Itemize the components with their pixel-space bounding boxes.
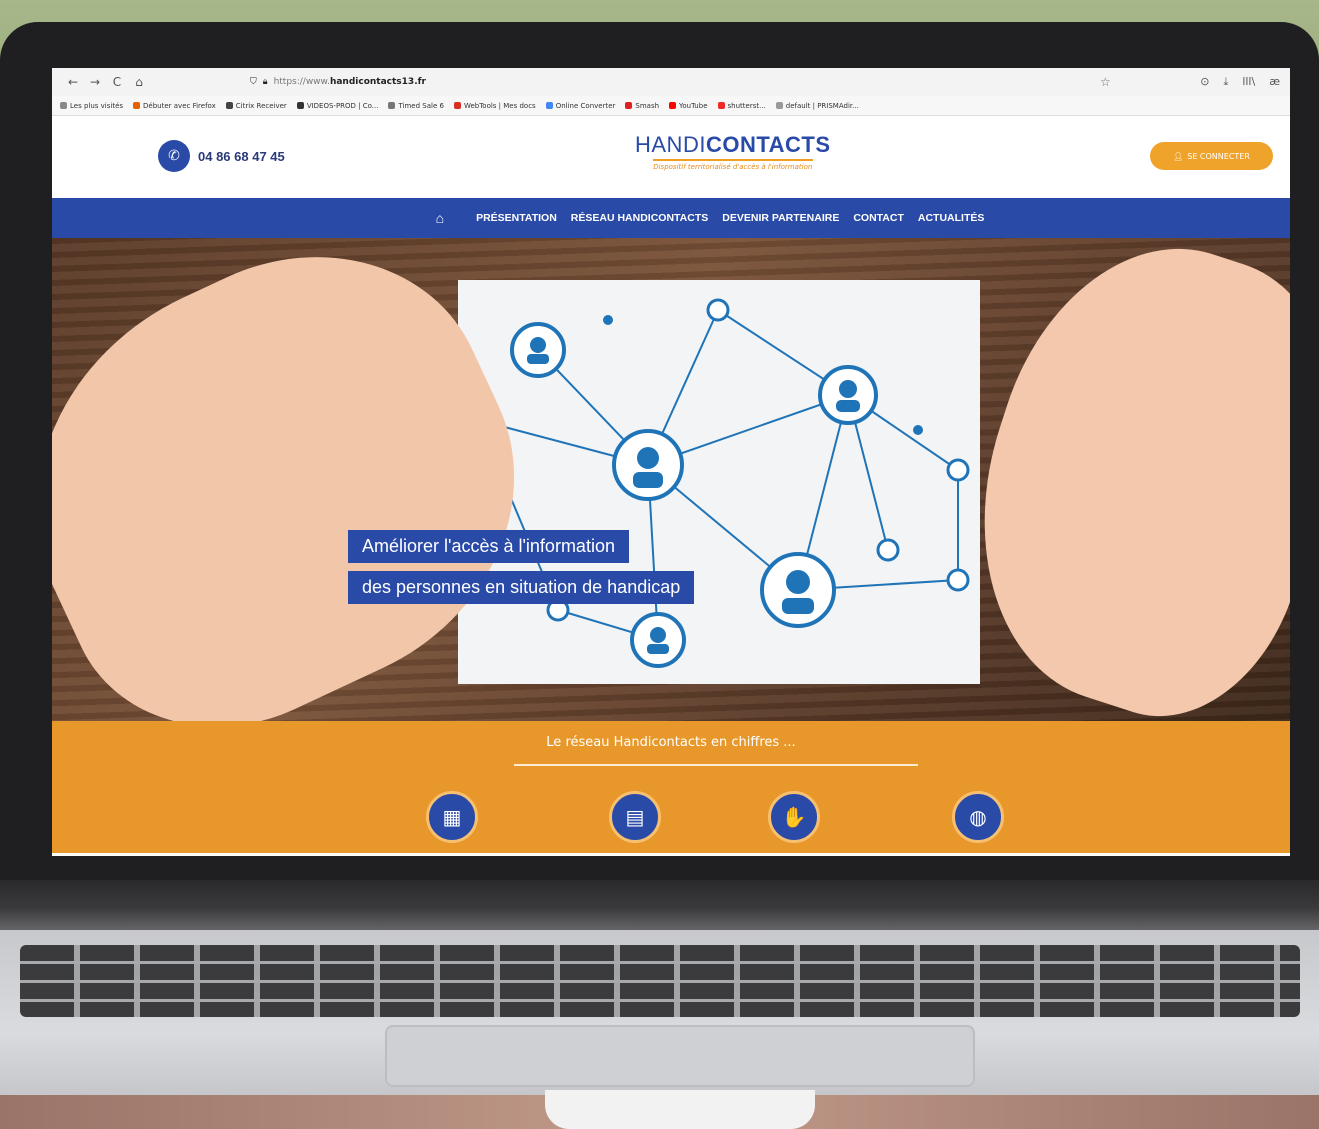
handshake-icon[interactable]: ✋	[768, 791, 820, 843]
bookmark-item[interactable]: Citrix Receiver	[225, 101, 287, 110]
bookmark-favicon-icon	[60, 102, 67, 109]
browser-screen: ← → C ⌂ ⛉ 🔒︎ https://www.handicontacts13…	[52, 68, 1290, 856]
bookmark-item[interactable]: YouTube	[669, 101, 708, 110]
nav-item-reseau[interactable]: RÉSEAU HANDICONTACTS	[569, 212, 710, 224]
bookmark-favicon-icon	[133, 102, 141, 109]
nav-item-presentation[interactable]: PRÉSENTATION	[474, 212, 559, 224]
bookmark-item[interactable]: shutterst...	[717, 101, 766, 110]
bookmark-favicon-icon	[545, 102, 553, 109]
bookmark-label: Débuter avec Firefox	[143, 101, 216, 110]
bookmark-favicon-icon	[775, 102, 783, 109]
shield-icon: ⛉	[250, 77, 257, 87]
nav-item-partenaire[interactable]: DEVENIR PARTENAIRE	[720, 212, 841, 224]
bookmark-label: VIDEOS-PROD | Co...	[306, 101, 379, 110]
logo-part1: HANDI	[635, 132, 706, 157]
nav-item-actualites[interactable]: ACTUALITÉS	[916, 212, 987, 224]
bookmark-item[interactable]: Les plus visités	[60, 102, 123, 110]
stats-title: Le réseau Handicontacts en chiffres ...	[546, 735, 796, 750]
site-header: ✆ 04 86 68 47 45 HANDICONTACTS Dispositi…	[52, 116, 1290, 198]
bookmark-label: Online Converter	[555, 101, 616, 110]
bookmark-favicon-icon	[296, 102, 304, 109]
site-logo[interactable]: HANDICONTACTS Dispositif territorialisé …	[635, 132, 831, 172]
back-icon[interactable]: ←	[62, 75, 84, 89]
office-icon[interactable]: ▤	[609, 791, 661, 843]
stats-section: Le réseau Handicontacts en chiffres ... …	[52, 721, 1290, 853]
lock-icon: 🔒︎	[262, 77, 268, 87]
bookmark-label: shutterst...	[727, 101, 766, 110]
hero-caption-line-2: des personnes en situation de handicap	[348, 571, 695, 604]
bookmark-favicon-icon	[625, 102, 633, 109]
logo-part2: CONTACTS	[705, 132, 831, 157]
hero-caption-line-1: Améliorer l'accès à l'information	[348, 530, 629, 563]
network-illustration	[466, 298, 970, 668]
reload-icon[interactable]: C	[106, 75, 128, 89]
pocket-icon[interactable]: ⊙	[1200, 75, 1209, 89]
forward-icon[interactable]: →	[84, 75, 106, 89]
phone-icon: ✆	[158, 140, 190, 172]
nav-home-icon[interactable]: ⌂	[436, 210, 444, 226]
hero-banner: Améliorer l'accès à l'information des pe…	[52, 238, 1290, 721]
bookmark-item[interactable]: VIDEOS-PROD | Co...	[296, 101, 379, 110]
bookmark-item[interactable]: Débuter avec Firefox	[133, 102, 216, 110]
bookmark-favicon-icon	[388, 102, 396, 109]
url-domain: handicontacts13.fr	[329, 77, 426, 87]
bookmarks-bar: Les plus visités Débuter avec Firefox Citr…	[52, 96, 1290, 116]
hero-caption: Améliorer l'accès à l'information des pe…	[348, 530, 695, 612]
connect-label: SE CONNECTER	[1187, 151, 1250, 161]
bookmark-label: Les plus visités	[70, 101, 124, 110]
bookmark-favicon-icon	[453, 102, 461, 109]
bookmark-label: Citrix Receiver	[235, 101, 287, 110]
bookmark-label: default | PRISMAdir...	[785, 101, 859, 110]
phone-number: 04 86 68 47 45	[198, 148, 285, 164]
main-nav: ⌂ PRÉSENTATION RÉSEAU HANDICONTACTS DEVE…	[52, 198, 1290, 238]
user-icon: 👤︎	[1173, 151, 1184, 161]
bookmark-label: Timed Sale 6	[398, 101, 444, 110]
bookmark-item[interactable]: default | PRISMAdir...	[775, 101, 859, 110]
keyboard-rows	[20, 945, 1300, 1017]
puzzle-network-image	[458, 280, 980, 684]
extension-icon[interactable]: æ	[1269, 75, 1280, 89]
bookmark-item[interactable]: Smash	[625, 102, 659, 110]
url-bar[interactable]: ⛉ 🔒︎ https://www.handicontacts13.fr	[250, 77, 426, 87]
bookmark-item[interactable]: Timed Sale 6	[388, 101, 444, 110]
logo-underline	[652, 159, 813, 161]
download-icon[interactable]: ⤓	[1223, 75, 1228, 89]
bookmark-favicon-icon	[717, 102, 725, 109]
bookmark-label: Smash	[635, 101, 660, 110]
stats-divider	[514, 764, 918, 766]
bookmark-label: YouTube	[679, 101, 708, 110]
trackpad	[385, 1025, 975, 1087]
browser-toolbar: ← → C ⌂ ⛉ 🔒︎ https://www.handicontacts13…	[52, 68, 1290, 96]
connect-button[interactable]: 👤︎ SE CONNECTER	[1150, 142, 1273, 170]
globe-icon[interactable]: ◍	[952, 791, 1004, 843]
phone-contact[interactable]: ✆ 04 86 68 47 45	[158, 140, 285, 172]
bookmark-favicon-icon	[225, 102, 233, 109]
bookmark-label: WebTools | Mes docs	[463, 101, 536, 110]
bookmark-star-icon[interactable]: ☆	[1100, 75, 1111, 89]
laptop-front-notch	[545, 1090, 815, 1129]
bookmark-item[interactable]: Online Converter	[545, 101, 616, 110]
url-scheme: https://www.	[273, 77, 330, 87]
bookmark-item[interactable]: WebTools | Mes docs	[453, 101, 536, 110]
library-icon[interactable]: lll\	[1242, 75, 1255, 89]
logo-tagline: Dispositif territorialisé d'accès à l'in…	[653, 163, 813, 171]
bookmark-favicon-icon	[669, 102, 677, 109]
building-icon[interactable]: ▦	[426, 791, 478, 843]
home-icon[interactable]: ⌂	[128, 75, 150, 89]
nav-item-contact[interactable]: CONTACT	[851, 212, 906, 224]
